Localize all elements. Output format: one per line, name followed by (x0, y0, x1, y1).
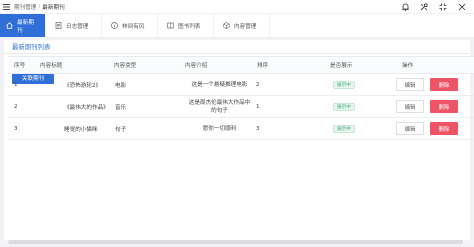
breadcrumb-parent[interactable]: 期刊管理 (14, 3, 36, 11)
cell-index: 1 (14, 81, 18, 88)
table-row: 3 睡觉的小猫咪 句子 愿你一切顺利 3 展示中 编辑 删除 (8, 118, 474, 140)
tabs-bar: 最新期刊 日志管理 林间有风 图书列表 内容管理 (0, 13, 474, 37)
column-header-display: 是否展示 (330, 63, 353, 69)
cell-index: 2 (14, 103, 18, 110)
status-badge: 展示中 (333, 102, 355, 111)
tab-latest-journals[interactable]: 最新期刊 (0, 14, 46, 37)
delete-button[interactable]: 删除 (430, 78, 458, 91)
cell-sort: 2 (256, 81, 260, 88)
tab-log-management[interactable]: 日志管理 (46, 14, 102, 37)
breadcrumb-separator: / (38, 3, 41, 10)
cell-title: 睡觉的小猫咪 (64, 126, 98, 133)
top-icons (401, 0, 466, 13)
cell-type: 电影 (115, 82, 127, 89)
edit-button[interactable]: 编辑 (396, 78, 424, 91)
tab-forest-wind[interactable]: 林间有风 (102, 14, 158, 37)
edit-button[interactable]: 编辑 (396, 100, 424, 113)
cell-display: 展示中 (324, 102, 396, 111)
delete-button[interactable]: 删除 (430, 100, 458, 113)
horizontal-scrollbar[interactable] (0, 240, 474, 244)
tab-label: 图书列表 (178, 23, 201, 30)
status-badge: 展示中 (333, 80, 355, 89)
column-header-type: 内容类型 (114, 63, 137, 69)
tab-book-list[interactable]: 图书列表 (158, 14, 214, 37)
document-icon (55, 22, 62, 29)
tab-label: 内容管理 (234, 23, 257, 30)
cell-intro: 这是一个悬疑推理电影 (191, 81, 248, 88)
journal-table: 序号 内容标题 内容类型 内容介绍 排序 是否展示 操作 1 《恐怖游轮2》 电… (8, 56, 474, 140)
tab-content-management[interactable]: 内容管理 (214, 14, 270, 37)
panel-title: 最新期刊列表 (4, 40, 470, 54)
cell-intro: 愿你一切顺利 (202, 125, 237, 132)
tab-label: 最新期刊 (17, 19, 34, 34)
book-icon (167, 22, 174, 29)
info-circle-icon (111, 22, 118, 29)
cell-index: 3 (14, 125, 18, 132)
status-badge: 展示中 (333, 124, 355, 133)
cell-display: 展示中 (324, 80, 396, 89)
tab-label: 林间有风 (122, 23, 145, 30)
cell-actions: 编辑 删除 (396, 78, 474, 91)
menu-toggle-icon[interactable] (0, 0, 12, 13)
column-header-index: 序号 (14, 63, 26, 69)
home-icon (6, 22, 13, 29)
delete-button[interactable]: 删除 (430, 122, 458, 135)
cell-title: 《最伟大的作品》 (64, 104, 108, 111)
top-bar: 期刊管理 / 最新期刊 (0, 0, 474, 13)
fullscreen-exit-icon[interactable] (439, 3, 447, 11)
edit-button[interactable]: 编辑 (396, 122, 424, 135)
collapse-icon[interactable] (458, 3, 466, 11)
cell-actions: 编辑 删除 (396, 122, 474, 135)
scrollbar-thumb[interactable] (8, 240, 463, 244)
column-header-intro: 内容介绍 (185, 63, 208, 69)
cell-intro: 这是周杰伦最伟大作品中的句子 (188, 99, 251, 114)
column-header-actions: 操作 (402, 63, 414, 69)
breadcrumb: 期刊管理 / 最新期刊 (12, 3, 65, 11)
table-header: 序号 内容标题 内容类型 内容介绍 排序 是否展示 操作 (8, 56, 474, 74)
table-row: 1 《恐怖游轮2》 电影 这是一个悬疑推理电影 2 展示中 编辑 删除 (8, 74, 474, 96)
cell-type: 句子 (115, 126, 127, 133)
cell-sort: 1 (256, 103, 260, 110)
cell-display: 展示中 (324, 124, 396, 133)
cell-actions: 编辑 删除 (396, 100, 474, 113)
cell-sort: 3 (256, 125, 260, 132)
table-row: 2 《最伟大的作品》 音乐 这是周杰伦最伟大作品中的句子 1 展示中 编辑 删除 (8, 96, 474, 118)
cell-type: 音乐 (115, 104, 127, 111)
tab-label: 日志管理 (66, 23, 89, 30)
column-header-title: 内容标题 (40, 63, 63, 69)
settings-icon[interactable] (420, 2, 428, 11)
bell-icon[interactable] (401, 3, 409, 11)
cell-title: 《恐怖游轮2》 (64, 82, 102, 89)
cube-icon (223, 22, 230, 29)
column-header-sort: 排序 (257, 63, 269, 69)
breadcrumb-current: 最新期刊 (42, 4, 65, 11)
